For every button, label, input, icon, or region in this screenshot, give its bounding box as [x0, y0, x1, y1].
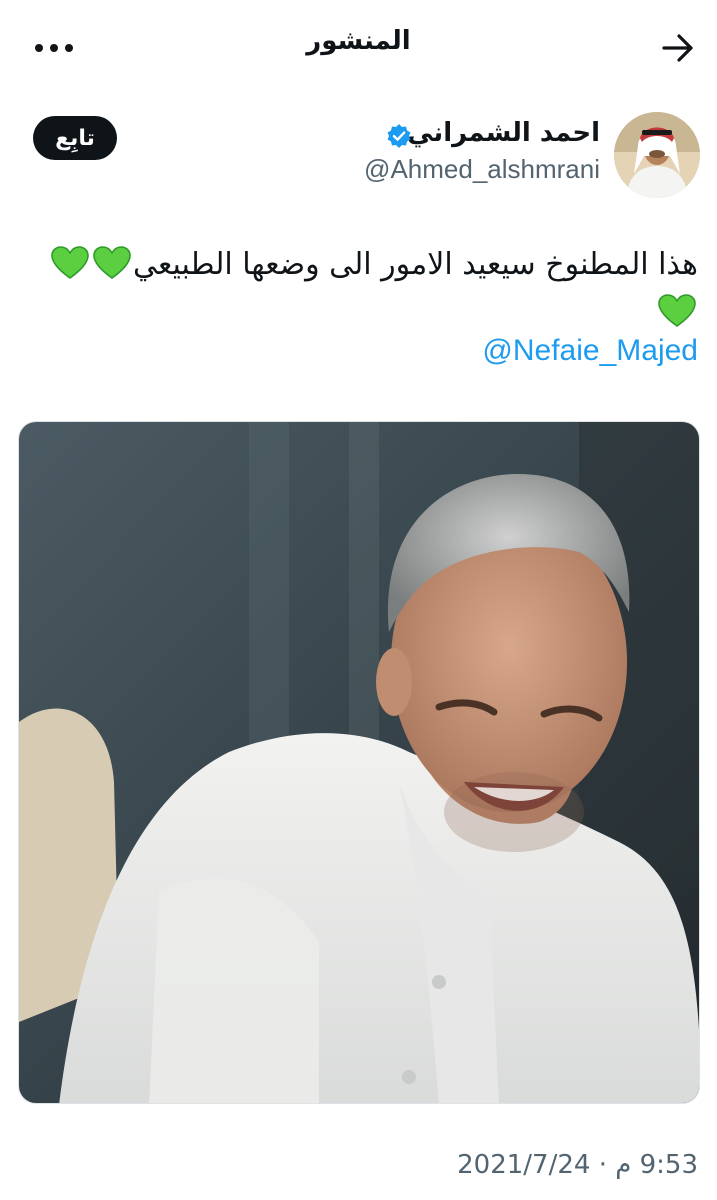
post-date: 2021/7/24 [457, 1150, 591, 1180]
tweet-text-content: هذا المطنوخ سيعيد الامور الى وضعها الطبي… [133, 247, 698, 282]
post-timestamp[interactable]: 9:53 م · 2021/7/24 [457, 1150, 698, 1180]
verified-badge-icon [387, 124, 411, 148]
mention-link[interactable]: @Nefaie_Majed [482, 334, 698, 368]
post-time: 9:53 م [615, 1150, 698, 1180]
author-name[interactable]: احمد الشمراني [407, 118, 600, 148]
avatar[interactable] [614, 112, 700, 198]
tweet-photo[interactable] [18, 421, 700, 1104]
green-heart-icon [658, 294, 696, 327]
follow-button[interactable]: تابِع [33, 116, 117, 160]
page-title: المنشور [306, 26, 411, 56]
more-options-button[interactable] [28, 30, 80, 66]
more-horizontal-icon [35, 44, 73, 52]
top-bar: المنشور [0, 0, 717, 96]
green-heart-icon [51, 246, 89, 279]
avatar-image [614, 112, 700, 198]
separator: · [590, 1150, 616, 1180]
photo-image [19, 422, 699, 1103]
author-handle[interactable]: @Ahmed_alshmrani [364, 154, 600, 185]
green-heart-icon [93, 246, 131, 279]
tweet-text: هذا المطنوخ سيعيد الامور الى وضعها الطبي… [18, 241, 698, 337]
